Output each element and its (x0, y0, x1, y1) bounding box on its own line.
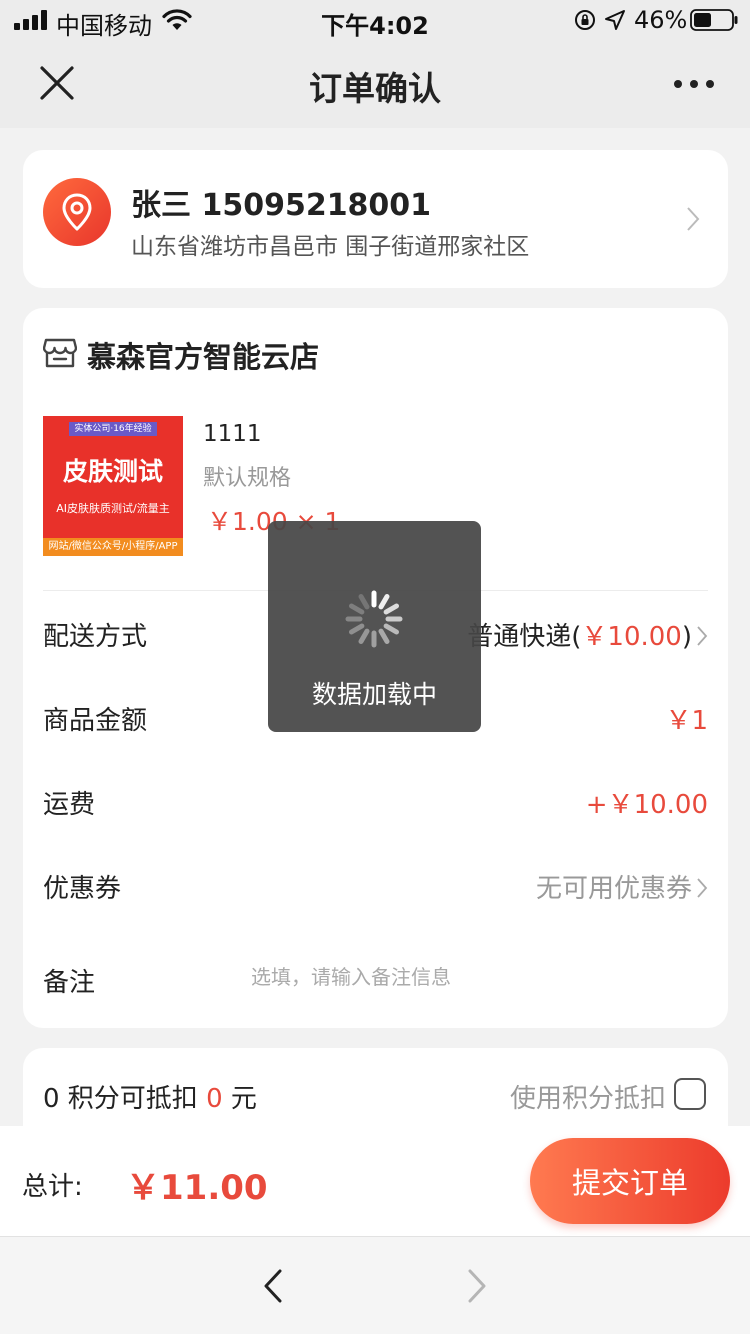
loading-toast: 数据加载中 (268, 521, 481, 732)
use-points-checkbox[interactable] (674, 1078, 706, 1110)
delivery-method-selector[interactable]: 普通快递(￥10.00) (467, 616, 708, 653)
chevron-right-icon (687, 207, 700, 231)
shipping-label: 运费 (43, 790, 96, 820)
points-amount: 0 (206, 1084, 223, 1114)
location-pin-icon (43, 178, 111, 246)
spinner-icon (345, 590, 403, 648)
product-name: 1111 (203, 421, 262, 447)
total-value: ￥11.00 (126, 1168, 268, 1208)
delivery-paren: ) (681, 622, 692, 652)
orientation-lock-icon (575, 10, 595, 30)
shipping-value: +￥10.00 (585, 790, 708, 820)
chevron-right-icon (697, 626, 708, 646)
coupon-label: 优惠券 (43, 874, 122, 904)
product-spec: 默认规格 (203, 466, 292, 491)
store-icon (43, 338, 77, 368)
address-card[interactable]: 张三 15095218001 山东省潍坊市昌邑市 围子街道邢家社区 (23, 150, 728, 288)
nav-bar: 订单确认 (0, 40, 750, 128)
delivery-price: ￥10.00 (581, 622, 682, 652)
checkout-bar: 总计: ￥11.00 提交订单 (0, 1126, 750, 1236)
shop-name: 慕森官方智能云店 (87, 340, 320, 374)
delivery-label: 配送方式 (43, 622, 148, 652)
chevron-right-icon (697, 878, 708, 898)
remark-input[interactable] (251, 962, 681, 992)
points-count: 0 (43, 1084, 60, 1114)
goods-amount-value: ￥1 (665, 706, 708, 736)
address-detail: 山东省潍坊市昌邑市 围子街道邢家社区 (131, 234, 530, 260)
use-points-label: 使用积分抵扣 (509, 1084, 666, 1114)
remark-label: 备注 (43, 968, 96, 998)
browser-toolbar (0, 1236, 750, 1334)
location-icon (605, 10, 625, 30)
goods-amount-label: 商品金额 (43, 706, 148, 736)
recipient-name-phone: 张三 15095218001 (131, 188, 432, 223)
product-image-tag: 实体公司·16年经验 (69, 422, 157, 436)
submit-order-button[interactable]: 提交订单 (530, 1138, 730, 1224)
coupon-selector[interactable]: 无可用优惠券 (536, 868, 708, 905)
product-image-title: 皮肤测试 (62, 457, 163, 486)
forward-icon[interactable] (460, 1267, 492, 1305)
product-image-footer: 网站/微信公众号/小程序/APP (43, 538, 183, 556)
delivery-method: 普通快递( (467, 622, 582, 652)
product-image-subtitle: AI皮肤肤质测试/流量主 (56, 502, 170, 515)
status-bar: 中国移动 下午4:02 46% (0, 0, 750, 40)
points-text-end: 元 (222, 1084, 257, 1114)
coupon-value: 无可用优惠券 (535, 874, 692, 904)
more-icon[interactable] (672, 76, 716, 92)
total-label: 总计: (22, 1172, 83, 1202)
loading-text: 数据加载中 (311, 680, 437, 709)
back-icon[interactable] (258, 1267, 290, 1305)
battery-percent: 46% (634, 6, 688, 34)
battery-icon (690, 9, 738, 31)
points-info: 0 积分可抵扣 0 元 (43, 1078, 257, 1115)
page-title: 订单确认 (309, 69, 441, 108)
points-text-mid: 积分可抵扣 (59, 1084, 207, 1114)
product-image[interactable]: 实体公司·16年经验 皮肤测试 AI皮肤肤质测试/流量主 网站/微信公众号/小程… (43, 416, 183, 556)
